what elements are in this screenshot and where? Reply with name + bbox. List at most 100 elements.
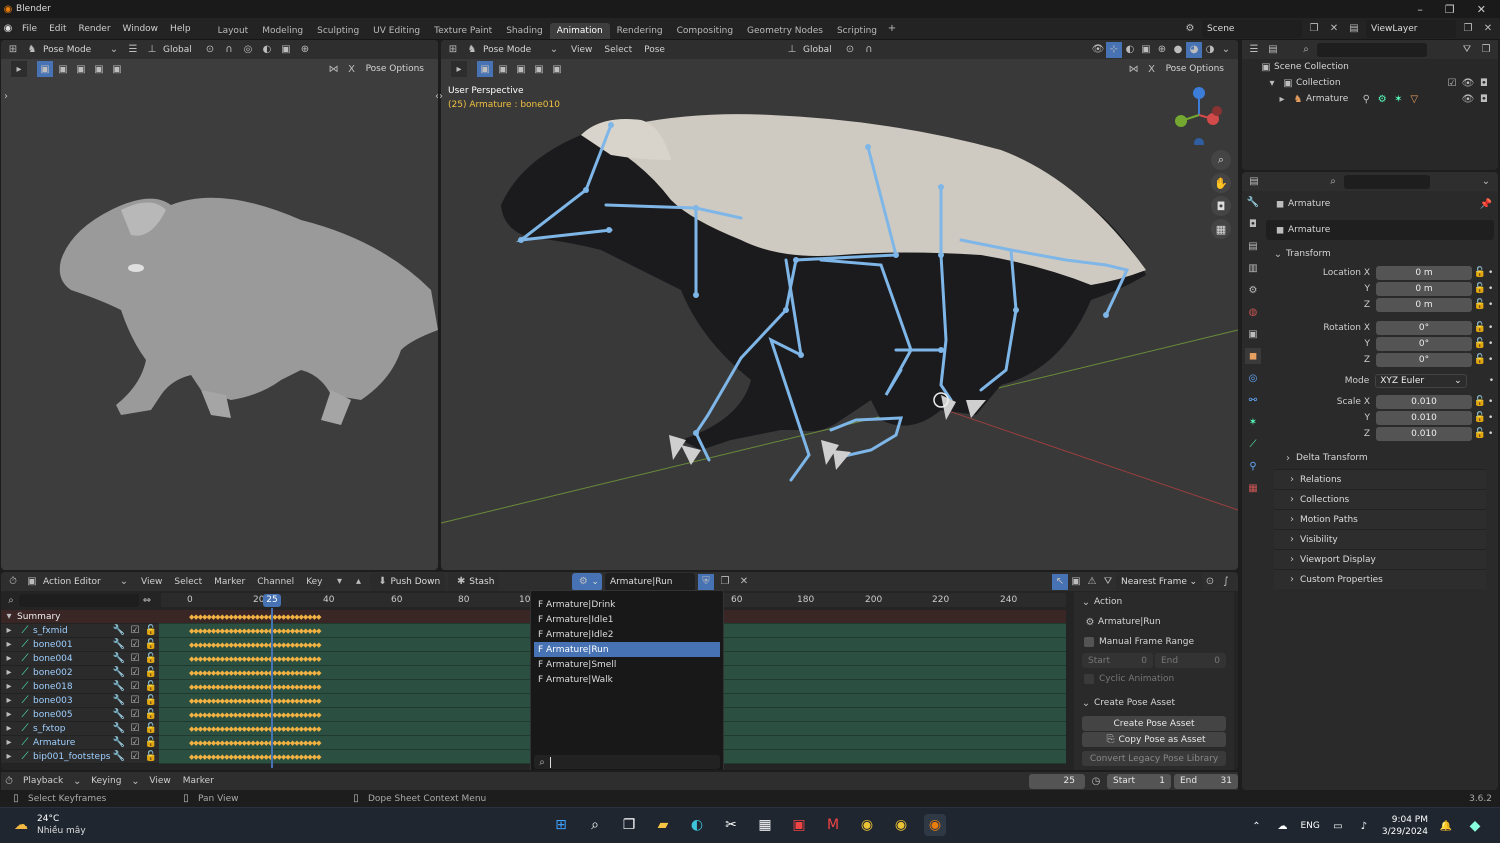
- chrome-profile-icon[interactable]: ◉: [890, 814, 912, 836]
- current-frame-field[interactable]: 25: [1029, 773, 1085, 789]
- expand-icon[interactable]: ▾: [1264, 75, 1280, 91]
- select-mode-new-icon[interactable]: ▣: [37, 61, 53, 77]
- menu-marker[interactable]: Marker: [208, 577, 251, 587]
- new-collection-icon[interactable]: ❐: [1478, 42, 1494, 58]
- menu-edit[interactable]: Edit: [43, 24, 72, 34]
- bone-tab-icon[interactable]: ⟋: [1245, 436, 1261, 452]
- location-y-field[interactable]: 0 m: [1376, 281, 1472, 296]
- menu-view[interactable]: View: [143, 776, 176, 786]
- store-icon[interactable]: ▦: [754, 814, 776, 836]
- lock-icon[interactable]: 🔓: [1472, 265, 1488, 281]
- create-pose-asset-button[interactable]: Create Pose Asset: [1082, 716, 1226, 731]
- display-mode-icon[interactable]: ▤: [1265, 42, 1281, 58]
- rotation-x-field[interactable]: 0°: [1376, 320, 1472, 335]
- language-indicator[interactable]: ENG: [1300, 821, 1319, 831]
- lock-icon[interactable]: 🔓: [1472, 352, 1488, 368]
- modifier-icon[interactable]: ▽: [1406, 91, 1422, 107]
- prev-layer-icon[interactable]: ▾: [332, 574, 348, 590]
- outliner-search-input[interactable]: [1317, 42, 1427, 57]
- scene-tab-icon[interactable]: ⚙: [1245, 282, 1261, 298]
- pivot-icon[interactable]: ⊙: [202, 42, 218, 58]
- location-x-field[interactable]: 0 m: [1376, 265, 1472, 280]
- honey-badger-clay-model[interactable]: [1, 180, 438, 440]
- manual-frame-range-checkbox[interactable]: Manual Frame Range: [1074, 634, 1234, 650]
- transform-panel-header[interactable]: ⌄ Transform: [1266, 244, 1494, 264]
- stash-button[interactable]: ✱ Stash: [448, 572, 500, 591]
- convert-legacy-pose-button[interactable]: Convert Legacy Pose Library: [1082, 751, 1226, 766]
- pan-hand-icon[interactable]: ✋: [1211, 173, 1231, 193]
- playhead-frame[interactable]: 25: [263, 594, 281, 607]
- notification-bell-icon[interactable]: 🔔: [1438, 818, 1454, 834]
- mode-selector[interactable]: Pose Mode: [43, 45, 103, 55]
- action-icon[interactable]: ⚙: [1374, 91, 1390, 107]
- outliner-armature[interactable]: ▸ ♞ Armature ⚲ ⚙ ✶ ▽ 👁 ◘: [1242, 91, 1498, 107]
- render-tab-icon[interactable]: ◘: [1245, 216, 1261, 232]
- action-list-item[interactable]: F Armature|Smell: [534, 657, 720, 672]
- panel-custom-properties[interactable]: › Custom Properties: [1274, 569, 1486, 589]
- file-explorer-icon[interactable]: ▰: [652, 814, 674, 836]
- scene-field[interactable]: Scene: [1202, 19, 1302, 38]
- keyframe-dot[interactable]: •: [1488, 355, 1493, 365]
- channel-row[interactable]: ▸ ⟋ bip001_footsteps 🔧 ☑ 🔓: [1, 750, 159, 764]
- expand-icon[interactable]: ▸: [1, 749, 17, 765]
- hidden-icon[interactable]: ▣: [1068, 574, 1084, 590]
- network-icon[interactable]: ▭: [1330, 818, 1346, 834]
- panel-collections[interactable]: › Collections: [1274, 489, 1486, 509]
- end-frame-field[interactable]: End 31: [1174, 773, 1238, 789]
- action-name-row[interactable]: ⚙ Armature|Run: [1074, 614, 1234, 630]
- lock-icon[interactable]: 🔓: [1472, 410, 1488, 426]
- output-tab-icon[interactable]: ▤: [1245, 238, 1261, 254]
- maximize-button[interactable]: ❐: [1445, 3, 1455, 16]
- tool-tab-icon[interactable]: 🔧: [1245, 194, 1261, 210]
- pose-data-icon[interactable]: ⚲: [1358, 91, 1374, 107]
- expand-icon[interactable]: ▸: [1274, 91, 1290, 107]
- start-frame-field[interactable]: Start 1: [1107, 773, 1171, 789]
- lock-icon[interactable]: 🔓: [1472, 297, 1488, 313]
- new-viewlayer-icon[interactable]: ❐: [1460, 21, 1476, 37]
- playhead-line[interactable]: [271, 608, 273, 768]
- new-scene-icon[interactable]: ❐: [1306, 21, 1322, 37]
- object-name-field[interactable]: ◼ Armature: [1266, 220, 1494, 240]
- scene-icon[interactable]: ⚙: [1182, 21, 1198, 37]
- panel-visibility[interactable]: › Visibility: [1274, 529, 1486, 549]
- scale-x-field[interactable]: 0.010: [1376, 394, 1472, 409]
- properties-search-input[interactable]: [1344, 174, 1430, 189]
- tab-shading[interactable]: Shading: [499, 23, 550, 39]
- texture-tab-icon[interactable]: ▦: [1245, 480, 1261, 496]
- lock-icon[interactable]: 🔓: [1472, 281, 1488, 297]
- menu-file[interactable]: File: [16, 24, 43, 34]
- menu-hamburger-icon[interactable]: ☰: [125, 42, 141, 58]
- menu-channel[interactable]: Channel: [251, 577, 300, 587]
- viewlayer-icon[interactable]: ▤: [1346, 21, 1362, 37]
- weather-widget[interactable]: ☁ 24°C Nhiều mây: [10, 813, 86, 837]
- timeline-editor-icon[interactable]: ⏱: [1, 773, 17, 789]
- chevron-up-icon[interactable]: ⌃: [1248, 818, 1264, 834]
- menu-select[interactable]: Select: [168, 577, 208, 587]
- menu-view[interactable]: View: [135, 577, 168, 587]
- properties-editor-icon[interactable]: ▤: [1246, 174, 1262, 190]
- menu-help[interactable]: Help: [164, 24, 197, 34]
- checkbox-icon[interactable]: ☑: [127, 749, 143, 765]
- tab-modeling[interactable]: Modeling: [255, 23, 310, 39]
- keyframe-dot[interactable]: •: [1488, 413, 1493, 423]
- pose-options-dropdown[interactable]: Pose Options: [362, 64, 428, 74]
- rotation-z-field[interactable]: 0°: [1376, 352, 1472, 367]
- editor-mode-selector[interactable]: Action Editor: [43, 577, 113, 587]
- push-down-button[interactable]: ⬇ Push Down: [369, 572, 446, 591]
- select-mode-extend-icon[interactable]: ▣: [55, 61, 71, 77]
- world-tab-icon[interactable]: ◍: [1245, 304, 1261, 320]
- perspective-grid-icon[interactable]: ▦: [1211, 219, 1231, 239]
- eye-icon[interactable]: 👁: [1460, 91, 1476, 107]
- lock-icon[interactable]: 🔓: [1472, 320, 1488, 336]
- viewport-main[interactable]: ⊞ ♞ Pose Mode ⌄ View Select Pose ⊥ Global …: [441, 40, 1238, 570]
- checkbox-icon[interactable]: ☑: [1444, 75, 1460, 91]
- outliner-collection[interactable]: ▾ ▣ Collection ☑ 👁 ◘: [1242, 75, 1498, 91]
- menu-key[interactable]: Key: [300, 577, 328, 587]
- options-dropdown-icon[interactable]: ⌄: [1478, 174, 1494, 190]
- delete-viewlayer-icon[interactable]: ✕: [1480, 21, 1496, 37]
- pin-icon[interactable]: 📌: [1478, 196, 1494, 212]
- office-icon[interactable]: ▣: [788, 814, 810, 836]
- keyframe-dot[interactable]: •: [1488, 300, 1493, 310]
- select-tool-icon[interactable]: ▸: [11, 61, 27, 77]
- lock-icon[interactable]: 🔓: [1472, 336, 1488, 352]
